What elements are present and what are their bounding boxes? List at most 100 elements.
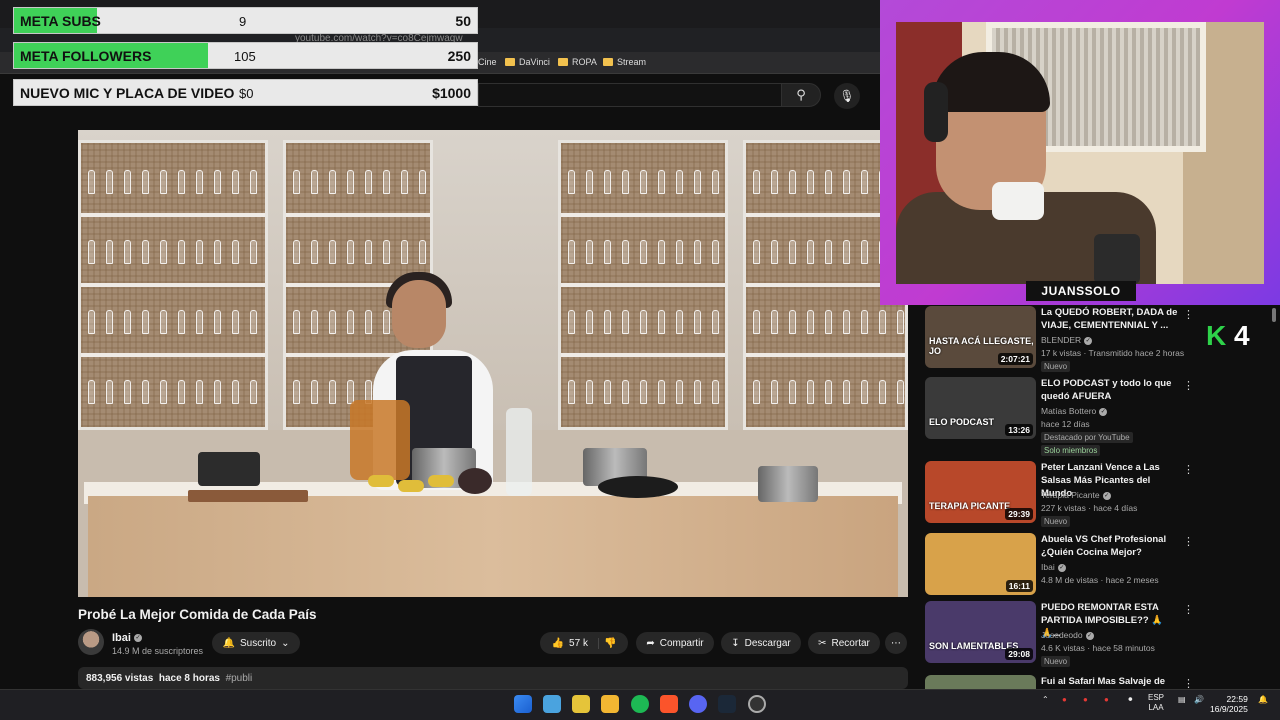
video-frame-glass [640,240,647,264]
channel-avatar[interactable] [78,629,104,655]
like-button[interactable]: 👍 57 k [552,637,599,649]
network-icon[interactable]: ▤ [1178,695,1186,704]
video-thumbnail[interactable]: TERAPIA PICANTE 29:39 [925,461,1036,523]
bookmark-davinci[interactable]: DaVinci [505,57,550,67]
video-frame-glass [142,240,149,264]
status-badge: Destacado por YouTube [1041,432,1133,443]
more-actions-button[interactable]: ⋯ [885,632,907,654]
bookmark-ropa[interactable]: ROPA [558,57,597,67]
recommendation-title[interactable]: ELO PODCAST y todo lo que quedó AFUERA [1041,377,1181,403]
video-frame-glass [604,170,611,194]
status-badge: Nuevo [1041,361,1071,372]
tray-chevron-icon[interactable]: ⌃ [1042,695,1049,704]
obs-icon[interactable] [748,695,766,713]
video-frame-glass [232,170,239,194]
video-frame-glass [250,240,257,264]
microphone-icon: 🎙 [839,89,855,103]
tray-mic-icon[interactable]: ⚫ [1127,695,1134,704]
recommendation-meta: 17 k vistas · Transmitido hace 2 horas [1041,348,1185,358]
video-frame-glass [694,240,701,264]
more-vertical-icon[interactable]: ⋮ [1183,535,1194,548]
video-thumbnail[interactable]: HASTA ACÁ LLEGASTE, JO 2:07:21 [925,306,1036,368]
video-frame-glass [825,240,832,264]
video-frame-glass [753,380,760,404]
more-vertical-icon[interactable]: ⋮ [1183,463,1194,476]
video-thumbnail[interactable]: ELO PODCAST 13:26 [925,377,1036,439]
more-vertical-icon[interactable]: ⋮ [1183,603,1194,616]
tray-app-icon[interactable]: ● [1104,695,1109,704]
video-frame-glass [712,240,719,264]
recommendation-title[interactable]: Fui al Safari Mas Salvaje de [1041,675,1181,688]
system-clock[interactable]: 22:59 16/9/2025 [1210,694,1248,714]
thumbnail-text: TERAPIA PICANTE [929,501,1011,511]
webcam-feed [896,22,1264,284]
description-box[interactable]: 883,956 vistas hace 8 horas #publi [78,667,908,689]
subscribed-button[interactable]: 🔔 Suscrito ⌄ [212,632,300,654]
video-frame-glass [88,310,95,334]
video-frame-glass [879,380,886,404]
steam-icon[interactable] [718,695,736,713]
more-vertical-icon[interactable]: ⋮ [1183,308,1194,321]
video-frame-glass [825,310,832,334]
volume-icon[interactable]: 🔊 [1194,695,1204,704]
bookmark-cine[interactable]: Cine [478,57,497,67]
tray-app-icon[interactable]: ● [1083,695,1088,704]
video-frame-glass [604,240,611,264]
video-frame-glass [365,170,372,194]
recommendation-title[interactable]: La QUEDÓ ROBERT, DADA de VIAJE, CEMENTEN… [1041,306,1181,332]
duration-badge: 29:39 [1005,508,1033,520]
video-frame-glass [347,240,354,264]
video-frame-glass [568,170,575,194]
dislike-button[interactable]: 👎 [604,638,616,649]
video-frame-glass [861,170,868,194]
channel-name[interactable]: Ibai ✓ [112,632,142,644]
video-frame-glass [622,170,629,194]
sticky-notes-icon[interactable] [572,695,590,713]
recommendation-channel[interactable]: Ibai ✓ [1041,562,1066,572]
clip-button[interactable]: ✂ Recortar [808,632,880,654]
video-frame-glass [586,380,593,404]
start-icon[interactable] [514,695,532,713]
search-button[interactable]: ⚲ [781,83,821,107]
verified-icon: ✓ [133,634,142,643]
video-frame-glass [178,310,185,334]
file-explorer-icon[interactable] [601,695,619,713]
voice-search-button[interactable]: 🎙 [834,83,860,109]
spotify-icon[interactable] [631,695,649,713]
hashtag-link[interactable]: #publi [226,673,253,684]
language-indicator[interactable]: ESP LAA [1148,693,1164,713]
video-frame-glass [178,380,185,404]
tray-app-icon[interactable]: ● [1062,695,1067,704]
search-input[interactable] [478,83,781,107]
video-frame-glass [106,310,113,334]
video-frame-glass [214,310,221,334]
video-frame-bag [350,400,410,480]
duration-badge: 13:26 [1005,424,1033,436]
video-player[interactable] [78,130,908,597]
video-frame-glass [897,380,904,404]
video-frame-glass [676,380,683,404]
status-badge: Nuevo [1041,656,1071,667]
bookmark-stream[interactable]: Stream [603,57,646,67]
thumb-down-icon: 👎 [603,637,617,649]
recommendation-channel[interactable]: BLENDER ✓ [1041,335,1093,345]
share-button[interactable]: ➦ Compartir [636,632,714,654]
members-only-badge: Solo miembros [1041,445,1101,456]
discord-icon[interactable] [689,695,707,713]
notification-icon[interactable]: 🔔 [1258,695,1268,704]
recommendation-channel[interactable]: Matías Bottero ✓ [1041,406,1108,416]
recommendation-channel[interactable]: Josedeodo ✓ [1041,630,1094,640]
video-frame-glass [383,240,390,264]
video-thumbnail[interactable]: 16:11 [925,533,1036,595]
scrollbar-thumb[interactable] [1272,308,1276,322]
video-frame-pan [598,476,678,498]
more-vertical-icon[interactable]: ⋮ [1183,379,1194,392]
photos-icon[interactable] [543,695,561,713]
screen: youtube.com/watch?v=co8Cejmwaqw Cine DaV… [0,0,1280,720]
download-button[interactable]: ↧ Descargar [721,632,801,654]
recommendation-title[interactable]: Abuela VS Chef Profesional ¿Quién Cocina… [1041,533,1181,559]
video-thumbnail[interactable]: SON LAMENTABLES 29:08 [925,601,1036,663]
brave-icon[interactable] [660,695,678,713]
recommendation-channel[interactable]: Terapia Picante ✓ [1041,490,1111,500]
video-frame-glass [214,170,221,194]
